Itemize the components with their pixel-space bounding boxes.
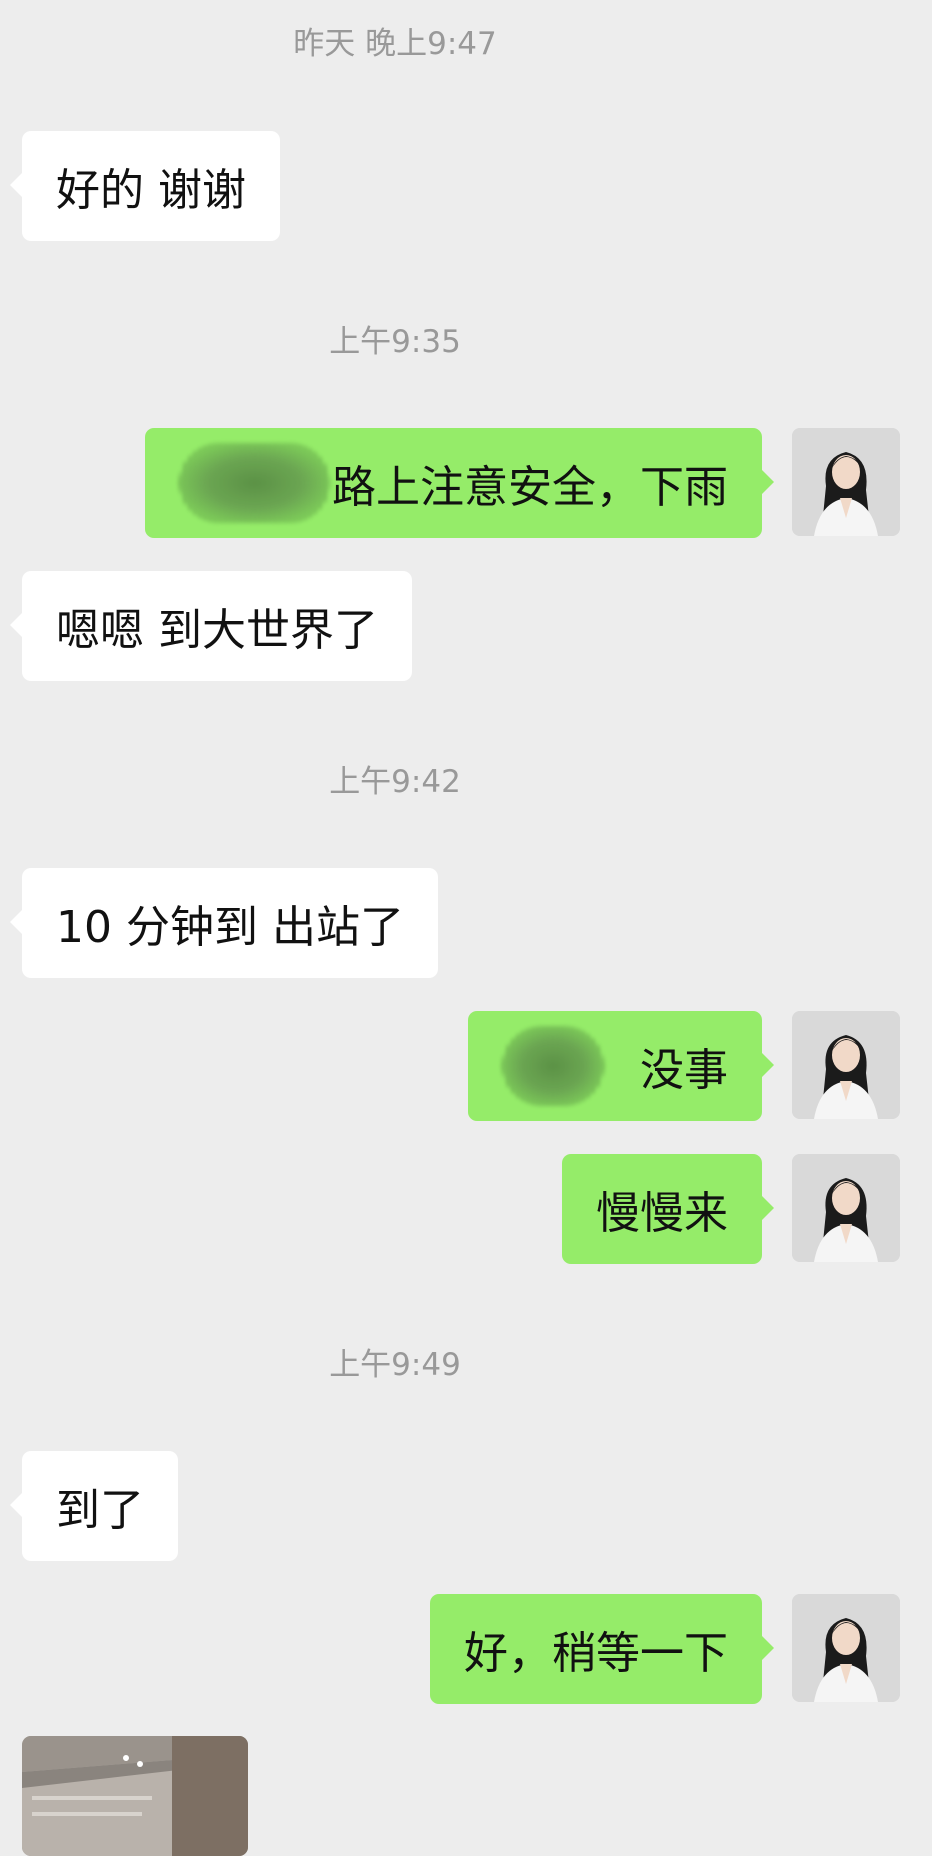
- avatar-portrait-icon: [792, 1594, 900, 1702]
- outgoing-message[interactable]: 好，稍等一下: [430, 1594, 774, 1704]
- message-text: 好的 谢谢: [56, 165, 246, 216]
- timestamp: 上午9:35: [329, 324, 461, 360]
- timestamp: 上午9:49: [329, 1347, 461, 1383]
- incoming-message[interactable]: 到了: [10, 1451, 178, 1561]
- user-avatar[interactable]: [792, 1594, 900, 1702]
- outgoing-message[interactable]: 路上注意安全，下雨: [145, 428, 774, 538]
- incoming-message[interactable]: 10 分钟到 出站了: [10, 868, 438, 978]
- incoming-message[interactable]: 嗯嗯 到大世界了: [10, 571, 412, 681]
- timestamp: 昨天 晚上9:47: [293, 26, 497, 62]
- message-text: 慢慢来: [596, 1188, 728, 1239]
- user-avatar[interactable]: [792, 1154, 900, 1262]
- outgoing-message[interactable]: 慢慢来: [562, 1154, 774, 1264]
- message-text: 到了: [56, 1485, 144, 1536]
- user-avatar[interactable]: [792, 428, 900, 536]
- avatar-portrait-icon: [792, 1154, 900, 1262]
- timestamp: 上午9:42: [329, 764, 461, 800]
- message-text: 路上注意安全，下雨: [332, 462, 728, 513]
- message-text: 好，稍等一下: [464, 1628, 728, 1679]
- message-text: 嗯嗯 到大世界了: [56, 605, 378, 656]
- image-message[interactable]: [22, 1736, 248, 1856]
- message-text: 没事: [640, 1045, 728, 1096]
- avatar-portrait-icon: [792, 1011, 900, 1119]
- redacted-blur: [179, 443, 330, 523]
- user-avatar[interactable]: [792, 1011, 900, 1119]
- photo-thumbnail-icon: [22, 1736, 248, 1856]
- incoming-message[interactable]: 好的 谢谢: [10, 131, 280, 241]
- outgoing-message[interactable]: 没事: [468, 1011, 774, 1121]
- redacted-blur: [502, 1026, 604, 1106]
- avatar-portrait-icon: [792, 428, 900, 536]
- message-text: 10 分钟到 出站了: [56, 902, 404, 953]
